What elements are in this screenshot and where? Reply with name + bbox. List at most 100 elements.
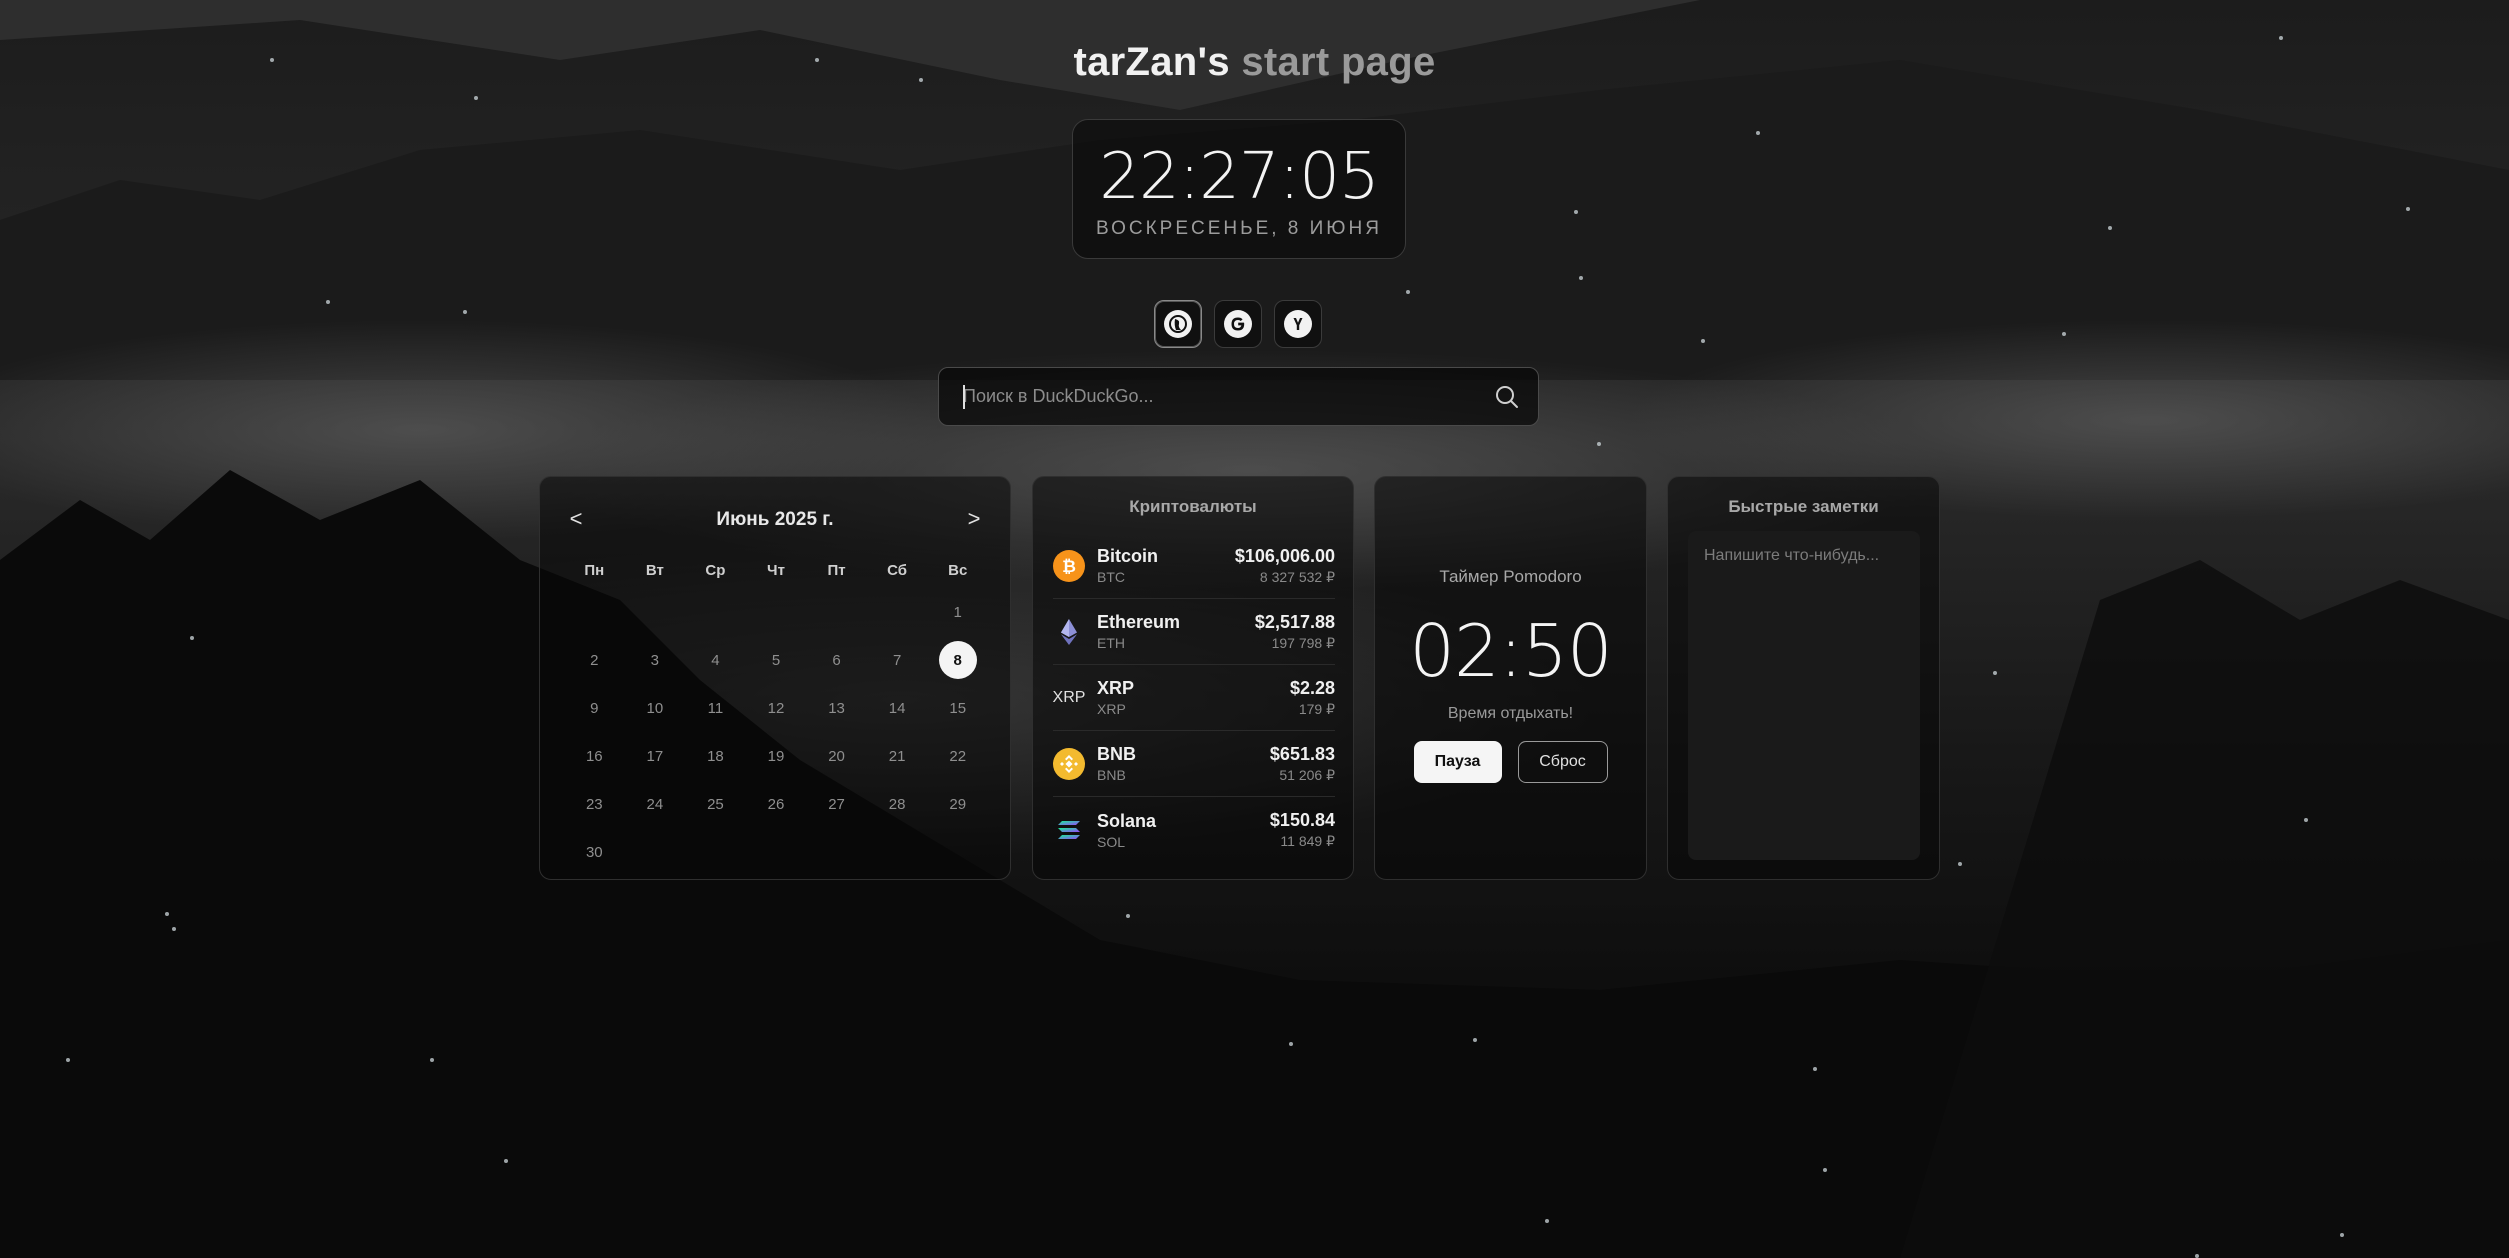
calendar-day[interactable]: 16 bbox=[564, 732, 625, 780]
calendar-empty-cell bbox=[867, 588, 928, 636]
coin-name: Bitcoin bbox=[1097, 546, 1158, 566]
calendar-empty-cell bbox=[746, 588, 807, 636]
coin-name: Solana bbox=[1097, 810, 1157, 831]
weekday-label: Ср bbox=[705, 561, 726, 579]
calendar-grid: Пн Вт Ср Чт Пт Сб Вс 1 2 3 4 5 6 7 8 9 10 11 12 13 14… bbox=[564, 552, 988, 876]
calendar-day[interactable]: 17 bbox=[625, 732, 686, 780]
engine-yandex-button[interactable] bbox=[1274, 300, 1322, 348]
calendar-day[interactable]: 4 bbox=[685, 636, 746, 684]
calendar-day[interactable]: 25 bbox=[685, 780, 746, 828]
coin-price-rub: 8 327 532 ₽ bbox=[1259, 568, 1335, 585]
clock-date: ВОСКРЕСЕНЬЕ, 8 ИЮНЯ bbox=[1096, 218, 1382, 239]
weekday-label: Пн bbox=[584, 561, 605, 579]
calendar-day[interactable]: 6 bbox=[806, 636, 867, 684]
google-icon bbox=[1224, 310, 1252, 338]
calendar-day[interactable]: 27 bbox=[806, 780, 867, 828]
calendar-day[interactable]: 9 bbox=[564, 684, 625, 732]
notes-title: Быстрые заметки bbox=[1728, 497, 1879, 516]
calendar-day[interactable]: 30 bbox=[564, 828, 625, 876]
pomodoro-title: Таймер Pomodoro bbox=[1439, 567, 1582, 586]
coin-price-usd: $106,006.00 bbox=[1234, 545, 1335, 566]
calendar-empty-cell bbox=[625, 588, 686, 636]
clock-time: 22:27:05 bbox=[1099, 140, 1379, 214]
calendar-day[interactable]: 3 bbox=[625, 636, 686, 684]
coin-price-usd: $2.28 bbox=[1289, 677, 1335, 698]
search-input[interactable] bbox=[963, 368, 1463, 425]
crypto-row-bitcoin: ₿ Bitcoin BTC $106,006.00 8 327 532 ₽ bbox=[1053, 533, 1335, 599]
reset-button[interactable]: Сброс bbox=[1517, 741, 1608, 783]
coin-symbol: XRP bbox=[1097, 701, 1126, 717]
engine-duckduckgo-button[interactable] bbox=[1154, 300, 1202, 348]
calendar-day[interactable]: 10 bbox=[625, 684, 686, 732]
calendar-day[interactable]: 23 bbox=[564, 780, 625, 828]
coin-price-rub: 51 206 ₽ bbox=[1279, 766, 1335, 783]
coin-price-rub: 11 849 ₽ bbox=[1280, 833, 1335, 849]
calendar-day[interactable]: 13 bbox=[806, 684, 867, 732]
coin-name: XRP bbox=[1097, 678, 1135, 698]
calendar-day[interactable]: 20 bbox=[806, 732, 867, 780]
solana-icon bbox=[1053, 814, 1085, 846]
calendar-day[interactable]: 29 bbox=[927, 780, 988, 828]
calendar-day[interactable]: 19 bbox=[746, 732, 807, 780]
calendar-day[interactable]: 15 bbox=[927, 684, 988, 732]
coin-price-usd: $651.83 bbox=[1269, 743, 1335, 764]
text-caret bbox=[963, 385, 965, 409]
calendar-day[interactable]: 7 bbox=[867, 636, 928, 684]
coin-symbol: ETH bbox=[1097, 635, 1125, 651]
calendar-day-today[interactable]: 8 bbox=[927, 636, 988, 684]
crypto-row-bnb: BNB BNB $651.83 51 206 ₽ bbox=[1053, 731, 1335, 797]
calendar-widget: < Июнь 2025 г. > Пн Вт Ср Чт Пт Сб Вс 12… bbox=[539, 476, 1011, 880]
page-title-suffix: start page bbox=[1241, 40, 1436, 84]
calendar-day[interactable]: 11 bbox=[685, 684, 746, 732]
pomodoro-status: Время отдыхать! bbox=[1447, 705, 1574, 722]
calendar-day[interactable]: 21 bbox=[867, 732, 928, 780]
search-engine-selector bbox=[1154, 300, 1322, 348]
xrp-icon: XRP bbox=[1052, 688, 1086, 706]
calendar-day[interactable]: 5 bbox=[746, 636, 807, 684]
crypto-row-solana: Solana SOL $150.84 11 849 ₽ bbox=[1053, 797, 1335, 863]
coin-name: BNB bbox=[1097, 744, 1136, 764]
weekday-label: Чт bbox=[767, 561, 785, 579]
coin-symbol: BTC bbox=[1097, 569, 1125, 585]
coin-symbol: SOL bbox=[1097, 833, 1126, 850]
calendar-empty-cell bbox=[806, 588, 867, 636]
calendar-day[interactable]: 24 bbox=[625, 780, 686, 828]
yandex-icon bbox=[1284, 310, 1312, 338]
notes-widget: Быстрые заметки bbox=[1667, 476, 1940, 880]
calendar-day[interactable]: 18 bbox=[685, 732, 746, 780]
crypto-row-ethereum: Ethereum ETH $2,517.88 197 798 ₽ bbox=[1053, 599, 1335, 665]
svg-text:₿: ₿ bbox=[1062, 557, 1076, 577]
engine-google-button[interactable] bbox=[1214, 300, 1262, 348]
coin-price-rub: 179 ₽ bbox=[1298, 700, 1335, 717]
calendar-day[interactable]: 1 bbox=[927, 588, 988, 636]
bnb-icon bbox=[1053, 747, 1085, 780]
weekday-label: Пт bbox=[827, 561, 846, 579]
page-title-name: tarZan's bbox=[1073, 40, 1230, 84]
crypto-row-xrp: XRP XRP XRP $2.28 179 ₽ bbox=[1053, 665, 1335, 731]
coin-price-usd: $2,517.88 bbox=[1254, 611, 1335, 632]
pomodoro-time: 02:50 bbox=[1409, 609, 1613, 693]
page-title: tarZan's start page bbox=[0, 40, 2509, 85]
calendar-next-button[interactable]: > bbox=[954, 505, 994, 535]
calendar-day[interactable]: 12 bbox=[746, 684, 807, 732]
coin-name: Ethereum bbox=[1097, 612, 1181, 632]
duckduckgo-icon bbox=[1164, 310, 1192, 338]
search-icon[interactable] bbox=[1494, 384, 1520, 410]
crypto-list: ₿ Bitcoin BTC $106,006.00 8 327 532 ₽ Et… bbox=[1053, 533, 1335, 863]
calendar-day[interactable]: 26 bbox=[746, 780, 807, 828]
weekday-label: Вт bbox=[645, 561, 664, 579]
pause-button[interactable]: Пауза bbox=[1413, 741, 1502, 783]
coin-price-rub: 197 798 ₽ bbox=[1271, 634, 1335, 651]
calendar-day[interactable]: 22 bbox=[927, 732, 988, 780]
calendar-prev-button[interactable]: < bbox=[556, 505, 596, 535]
weekday-label: Вс bbox=[948, 561, 968, 579]
pomodoro-widget: Таймер Pomodoro 02:50 Время отдыхать! Па… bbox=[1374, 476, 1647, 880]
crypto-title: Криптовалюты bbox=[1129, 497, 1257, 516]
search-bar bbox=[938, 367, 1539, 426]
calendar-day[interactable]: 2 bbox=[564, 636, 625, 684]
calendar-day[interactable]: 28 bbox=[867, 780, 928, 828]
calendar-day[interactable]: 14 bbox=[867, 684, 928, 732]
notes-textarea[interactable] bbox=[1688, 531, 1920, 860]
coin-symbol: BNB bbox=[1097, 767, 1126, 783]
ethereum-icon bbox=[1053, 616, 1085, 648]
